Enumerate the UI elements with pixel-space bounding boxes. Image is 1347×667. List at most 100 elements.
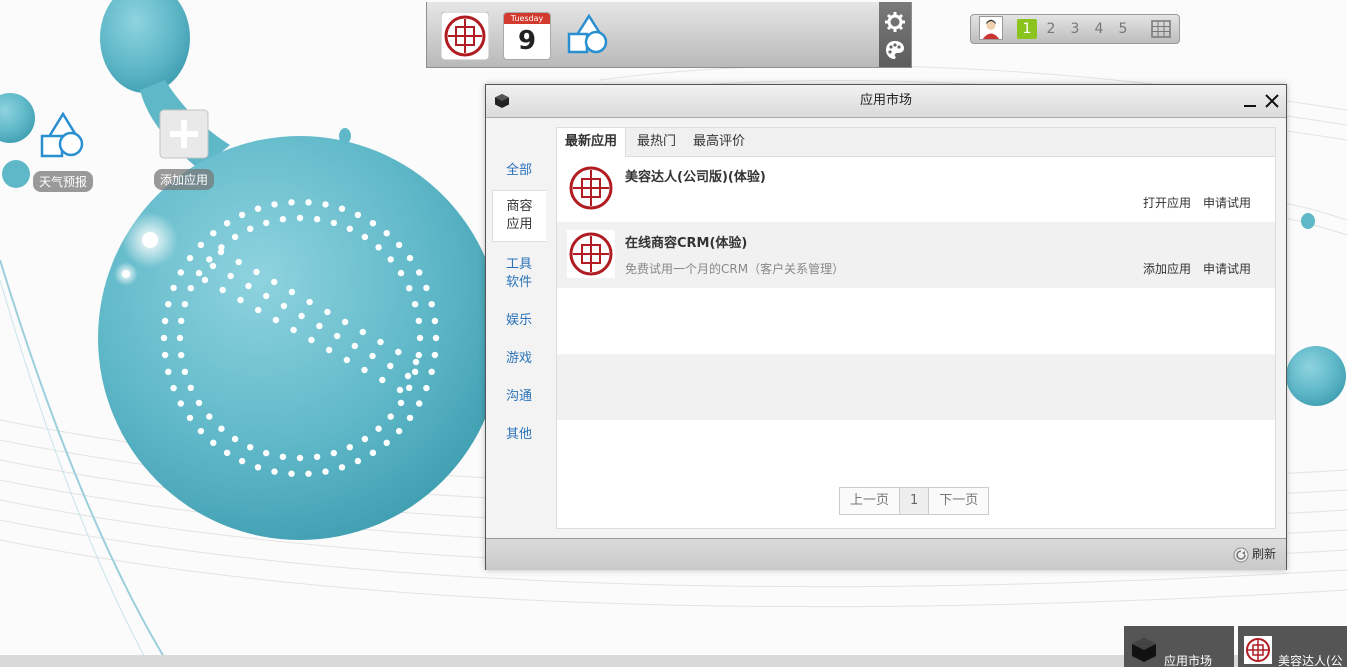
current-page[interactable]: 1 — [900, 488, 930, 514]
wallpaper-dot — [324, 308, 331, 316]
wallpaper-dot — [361, 435, 369, 443]
wallpaper-dot — [379, 376, 386, 384]
gear-icon[interactable] — [885, 12, 905, 32]
window-title: 应用市场 — [859, 93, 912, 108]
wallpaper-dot — [322, 468, 329, 475]
wallpaper-dot — [195, 269, 203, 277]
wallpaper-dot — [428, 301, 435, 308]
open-app-link[interactable]: 打开应用 — [1143, 194, 1191, 211]
desktop-icon-weather[interactable]: 天气预报 — [23, 110, 103, 192]
zhongke-logo-icon[interactable] — [441, 12, 489, 60]
wallpaper-dot — [217, 248, 225, 256]
palette-icon[interactable] — [885, 40, 905, 60]
pagination: 上一页 1 下一页 — [839, 487, 990, 515]
prev-page-button[interactable]: 上一页 — [840, 488, 901, 514]
wallpaper-dot — [397, 399, 405, 407]
calendar-icon[interactable]: Tuesday 9 — [503, 12, 551, 60]
zhongke-logo-icon — [567, 230, 615, 278]
tab-newest[interactable]: 最新应用 — [557, 128, 627, 157]
wallpaper-dot — [415, 317, 422, 325]
wallpaper-dot — [387, 362, 394, 370]
refresh-button[interactable]: 刷新 — [1233, 539, 1276, 570]
taskbar-item-beauty-app[interactable]: 美容达人(公 — [1238, 626, 1347, 667]
nav-item-games[interactable]: 游戏 — [492, 350, 546, 368]
empty-row — [557, 288, 1275, 354]
wallpaper-dot — [253, 268, 260, 276]
app-market-window: 应用市场 全部 商容 应用 工具 软件 娱乐 游戏 沟通 其他 最新应用 最热门… — [485, 84, 1287, 570]
wallpaper-dot — [431, 317, 439, 325]
wallpaper-dot — [227, 272, 234, 280]
wallpaper-dot — [395, 427, 403, 435]
app-list-panel: 最新应用 最热门 最高评价 美容达人(公司版)(体验) 打开应用 申请试用 在线… — [556, 127, 1276, 529]
wallpaper-dot — [341, 318, 349, 326]
desktop-4-button[interactable]: 4 — [1089, 19, 1109, 39]
wallpaper-dot — [298, 312, 305, 320]
wallpaper-dot — [411, 301, 419, 308]
wallpaper-dot — [177, 400, 184, 407]
wallpaper-dot — [161, 351, 169, 359]
avatar[interactable] — [979, 16, 1003, 40]
taskbar-label: 应用市场 — [1164, 654, 1213, 667]
wallpaper-dot — [279, 216, 287, 223]
wallpaper-dot — [346, 225, 353, 232]
wallpaper-dot — [330, 449, 337, 457]
apply-trial-link[interactable]: 申请试用 — [1203, 194, 1251, 211]
wallpaper-dot — [406, 254, 414, 262]
wallpaper-dot — [186, 414, 194, 422]
app-name[interactable]: 在线商容CRM(体验) — [625, 232, 747, 251]
wallpaper-dot — [186, 254, 194, 262]
desktop-3-button[interactable]: 3 — [1065, 19, 1085, 39]
tab-hottest[interactable]: 最热门 — [629, 128, 684, 156]
shapes-icon — [40, 111, 84, 158]
close-icon[interactable] — [1264, 93, 1280, 109]
wallpaper-dot — [197, 241, 205, 249]
desktop-2-button[interactable]: 2 — [1041, 19, 1061, 39]
desktop-5-button[interactable]: 5 — [1113, 19, 1133, 39]
add-app-link[interactable]: 添加应用 — [1143, 260, 1191, 277]
next-page-button[interactable]: 下一页 — [929, 488, 988, 514]
refresh-label: 刷新 — [1251, 547, 1276, 561]
zhongke-logo-icon — [569, 166, 613, 210]
nav-item-tools[interactable]: 工具 软件 — [492, 256, 546, 292]
app-name[interactable]: 美容达人(公司版)(体验) — [625, 166, 766, 185]
window-titlebar[interactable]: 应用市场 — [486, 85, 1286, 118]
apply-trial-link[interactable]: 申请试用 — [1203, 260, 1251, 277]
wallpaper-dot — [280, 302, 288, 310]
nav-item-communication[interactable]: 沟通 — [492, 388, 546, 406]
window-footer: 刷新 — [486, 538, 1286, 570]
zhongke-logo-icon — [1244, 636, 1272, 664]
wallpaper-dot — [361, 366, 368, 374]
minimize-icon[interactable] — [1242, 93, 1258, 109]
wallpaper-dot — [322, 201, 329, 208]
wallpaper-dot — [187, 384, 194, 391]
wallpaper-dot — [432, 334, 440, 342]
wallpaper-dot — [369, 220, 377, 227]
app-row: 在线商容CRM(体验) 免费试用一个月的CRM（客户关系管理） 添加应用 申请试… — [557, 222, 1275, 288]
tab-top-rated[interactable]: 最高评价 — [685, 128, 753, 156]
nav-item-entertainment[interactable]: 娱乐 — [492, 312, 546, 330]
grid-icon[interactable] — [1151, 20, 1171, 38]
taskbar-label: 美容达人(公 — [1278, 654, 1343, 667]
wallpaper-dot — [313, 216, 321, 223]
wallpaper-dot — [209, 262, 217, 270]
wallpaper-dot — [231, 435, 239, 443]
nav-item-other[interactable]: 其他 — [492, 426, 546, 444]
wallpaper-dot — [176, 334, 184, 342]
desktop-icon-add-app[interactable]: 添加应用 — [144, 108, 224, 190]
wallpaper-dot — [359, 328, 366, 336]
wallpaper-dot — [231, 233, 239, 241]
wallpaper-dot — [423, 384, 430, 392]
taskbar-item-app-market[interactable]: 应用市场 — [1124, 626, 1234, 667]
wallpaper-dot — [165, 301, 172, 308]
nav-item-all[interactable]: 全部 — [492, 162, 546, 180]
wallpaper-dot — [272, 316, 280, 324]
shapes-icon[interactable] — [565, 12, 613, 60]
nav-item-business[interactable]: 商容 应用 — [492, 190, 546, 242]
desktop-1-button[interactable]: 1 — [1017, 19, 1037, 39]
wallpaper-dot — [170, 384, 177, 392]
wallpaper-dot — [383, 439, 390, 446]
wallpaper-dot — [288, 470, 295, 477]
wallpaper-dot — [235, 258, 242, 266]
wallpaper-dot — [387, 256, 394, 263]
wallpaper-dot — [369, 352, 376, 360]
